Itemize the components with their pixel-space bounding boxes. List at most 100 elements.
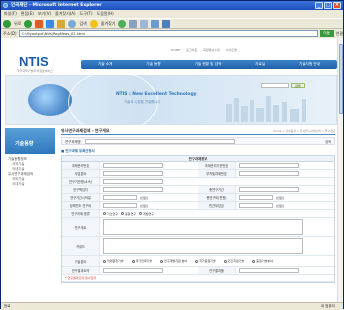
text-field[interactable] [103, 195, 137, 200]
topnav-logout[interactable]: 로그아웃 [186, 48, 197, 52]
gnb-item-5[interactable]: 기술지원 안내 [299, 62, 320, 67]
topnav-sitemap[interactable]: 사이트맵 [226, 48, 237, 52]
menu-file[interactable]: 파일(F) [4, 10, 17, 18]
text-field[interactable] [239, 163, 299, 168]
gnb-item-2[interactable]: 기술 동향 [146, 62, 160, 67]
field-label: 사업분야 [62, 170, 100, 177]
section-title: ■ 연구과제 등록신청서 [61, 149, 95, 153]
gnb-item-3[interactable]: 기술 현황 및 검색 [195, 62, 222, 67]
radio-option[interactable]: 국가중점기술 [195, 259, 216, 263]
text-field[interactable] [103, 179, 163, 184]
gnb-item-1[interactable]: 기술 소개 [98, 62, 112, 67]
menu-favorites[interactable]: 즐겨찾기(A) [55, 10, 76, 18]
close-button[interactable]: × [333, 2, 341, 9]
text-field[interactable] [239, 203, 273, 208]
mail-icon[interactable] [129, 19, 138, 28]
links-label[interactable]: 연결 [336, 31, 343, 37]
quick-search-button[interactable]: 검색 [291, 83, 305, 88]
radio-option[interactable]: 민간지원기술 [223, 259, 244, 263]
text-field[interactable] [103, 171, 163, 176]
radio-label: 응용연구 [125, 211, 137, 216]
search-label[interactable]: 검색 [79, 21, 86, 27]
radio-icon [160, 259, 164, 263]
field-label: 연구개요 [62, 218, 100, 236]
forward-icon[interactable] [24, 19, 33, 28]
vertical-scrollbar[interactable] [337, 38, 343, 302]
form-row: 연구기관명(소속) [62, 178, 334, 186]
status-bar: 완료 내 컴퓨터 [1, 302, 343, 309]
search-button[interactable]: 검색 [325, 139, 331, 144]
home-icon[interactable] [57, 19, 66, 28]
address-input[interactable]: C:\Myoutput\Ntis\RegMeas_02.html [18, 30, 318, 37]
hero-slogan: NTIS : New Excellent Technology [116, 92, 197, 97]
radio-option[interactable]: 연구개발지원 분야 [160, 259, 187, 263]
quick-search-input[interactable] [261, 83, 289, 88]
text-field[interactable] [239, 268, 299, 273]
site-logo-subtitle: 국가과학기술지식정보서비스 [17, 69, 53, 73]
menu-tools[interactable]: 도구(T) [80, 10, 93, 18]
radio-label: 국가중점기술 [199, 259, 216, 263]
page-content: HOME 로그아웃 회원정보수정 사이트맵 NTIS 국가과학기술지식정보서비스… [1, 38, 343, 302]
keyword-textarea[interactable] [103, 238, 303, 254]
topnav-home[interactable]: HOME [171, 48, 180, 52]
radio-label: 연구개발지원 분야 [164, 259, 188, 263]
text-field[interactable] [239, 195, 273, 200]
menu-edit[interactable]: 편집(E) [21, 10, 34, 18]
favorites-icon[interactable] [89, 19, 98, 28]
text-field[interactable] [239, 171, 299, 176]
media-icon[interactable] [118, 19, 127, 28]
text-field[interactable] [103, 203, 137, 208]
text-field[interactable] [103, 187, 163, 192]
scrollbar-thumb[interactable] [339, 44, 343, 114]
global-nav: 기술 소개 기술 동향 기술 현황 및 검색 자료실 기술지원 안내 [81, 60, 337, 69]
page-title: 유사연구과제검색 - 연구개요 [61, 128, 110, 133]
back-label[interactable]: 뒤로 [14, 21, 21, 27]
unit-label: (만원) [140, 203, 148, 208]
search-icon[interactable] [68, 19, 77, 28]
globe-image [28, 84, 72, 116]
minimize-button[interactable]: _ [315, 2, 323, 9]
favorites-label[interactable]: 즐겨찾기 [101, 21, 116, 27]
messenger-icon[interactable] [162, 19, 171, 28]
form-row: * 연구결과요약 필수입력 [62, 275, 334, 282]
print-icon[interactable] [140, 19, 149, 28]
left-nav-title: 기술동향 [5, 128, 55, 154]
stop-icon[interactable] [35, 19, 44, 28]
field-label: 연구기관명(소속) [62, 178, 100, 185]
radio-option[interactable]: 응용연구 [121, 212, 136, 216]
radio-icon [121, 212, 125, 215]
radio-icon [195, 259, 199, 263]
radio-option[interactable]: 중점기술분야 [252, 259, 273, 263]
text-field[interactable] [103, 268, 163, 273]
field-label: 연구과제 종류 [62, 210, 100, 217]
edit-icon[interactable] [151, 19, 160, 28]
radio-option[interactable]: 기초연구 [103, 212, 118, 216]
city-skyline-image [226, 96, 306, 122]
text-field[interactable] [239, 187, 299, 192]
go-button[interactable]: 이동 [319, 30, 334, 37]
gnb-item-4[interactable]: 자료실 [255, 62, 265, 67]
field-label: 연구결과물 [198, 267, 236, 274]
radio-option[interactable]: 국가전략기술 [131, 259, 153, 263]
field-label: 연구책임자 [62, 186, 100, 193]
menu-help[interactable]: 도움말(H) [97, 10, 114, 18]
radio-label: 국가전략기술 [135, 259, 153, 263]
radio-icon [103, 212, 106, 215]
refresh-icon[interactable] [46, 19, 55, 28]
left-nav-subitem[interactable]: 국내기술 [8, 182, 55, 187]
menu-view[interactable]: 보기(V) [38, 10, 51, 18]
status-text: 완료 [4, 304, 11, 308]
form-row: 연구과제 종류 기초연구 응용연구 개발연구 [62, 210, 334, 218]
text-field[interactable] [103, 163, 163, 168]
search-input[interactable] [84, 138, 235, 144]
top-utility-nav: HOME 로그아웃 회원정보수정 사이트맵 [171, 48, 237, 52]
topnav-member[interactable]: 회원정보수정 [203, 48, 220, 52]
site-logo[interactable]: NTIS [19, 54, 49, 69]
summary-textarea[interactable] [103, 219, 303, 235]
back-icon[interactable] [3, 19, 11, 28]
radio-icon [103, 259, 106, 263]
maximize-button[interactable]: □ [324, 2, 332, 9]
search-label: 연구과제명 [65, 139, 81, 144]
radio-option[interactable]: 미래원천기술 [103, 259, 124, 263]
radio-option[interactable]: 개발연구 [139, 212, 154, 216]
